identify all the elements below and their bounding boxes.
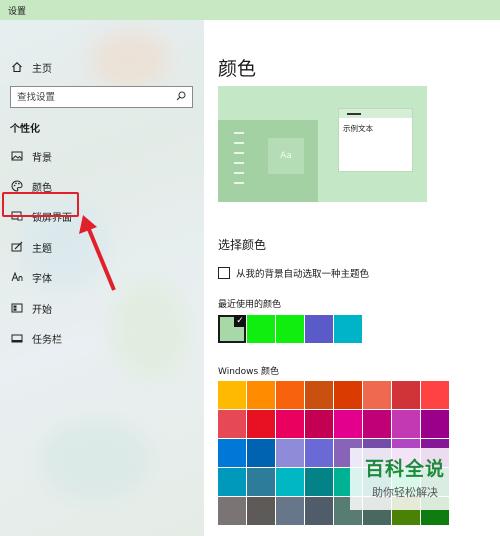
windows-color-swatch[interactable] [363,381,391,409]
preview-line [234,132,244,134]
recent-color-swatch[interactable]: ✓ [218,315,246,343]
preview-line [234,142,244,144]
preview-line [234,182,244,184]
recent-colors: ✓ [218,315,363,343]
windows-color-swatch[interactable] [247,381,275,409]
windows-color-swatch[interactable] [247,439,275,467]
windows-color-swatch[interactable] [305,439,333,467]
windows-color-swatch[interactable] [276,381,304,409]
recent-color-swatch[interactable] [305,315,333,343]
checkmark-icon: ✓ [234,315,246,327]
recent-color-swatch[interactable] [276,315,304,343]
taskbar-icon [10,331,24,345]
windows-color-swatch[interactable] [392,381,420,409]
windows-color-swatch[interactable] [218,497,246,525]
preview-sample-text: 示例文本 [343,124,373,133]
windows-color-swatch[interactable] [421,410,449,438]
sidebar-item-taskbar[interactable]: 任务栏 [10,327,200,349]
page-title: 颜色 [218,58,257,80]
watermark-logo: 百科全说 助你轻松解决 [350,448,460,510]
windows-color-swatch[interactable] [334,410,362,438]
windows-color-swatch[interactable] [305,468,333,496]
preview-line [234,152,244,154]
choose-color-heading: 选择颜色 [218,238,267,252]
window-title: 设置 [8,6,27,17]
recent-color-swatch[interactable] [334,315,362,343]
color-preview: Aa 示例文本 [218,86,427,202]
windows-color-swatch[interactable] [276,410,304,438]
sidebar: 主页 个性化 背景 颜色 锁屏界面 主题 字体 [0,20,204,536]
windows-color-swatch[interactable] [392,410,420,438]
windows-color-swatch[interactable] [276,497,304,525]
auto-pick-checkbox[interactable] [218,267,230,279]
windows-color-swatch[interactable] [421,381,449,409]
sidebar-item-label: 任务栏 [32,334,62,346]
windows-color-swatch[interactable] [363,410,391,438]
windows-color-swatch[interactable] [276,439,304,467]
background-blob [40,420,150,500]
pointer-arrow [79,215,116,291]
watermark-subtitle: 助你轻松解决 [372,486,438,499]
preview-tile: Aa [268,138,304,174]
watermark-title: 百科全说 [364,458,445,480]
windows-color-swatch[interactable] [218,468,246,496]
preview-window: 示例文本 [338,108,413,172]
preview-line [234,172,244,174]
windows-color-swatch[interactable] [305,381,333,409]
windows-color-swatch[interactable] [247,410,275,438]
windows-color-swatch[interactable] [247,468,275,496]
windows-colors-label: Windows 颜色 [218,367,280,377]
windows-color-swatch[interactable] [218,439,246,467]
title-bar: 设置 [0,0,500,20]
windows-color-swatch[interactable] [305,410,333,438]
recent-color-swatch[interactable] [247,315,275,343]
windows-color-swatch[interactable] [247,497,275,525]
windows-color-swatch[interactable] [334,381,362,409]
auto-pick-label: 从我的背景自动选取一种主题色 [236,269,370,280]
recent-colors-label: 最近使用的颜色 [218,300,282,310]
windows-color-swatch[interactable] [218,381,246,409]
preview-window-dash [347,113,361,115]
windows-color-swatch[interactable] [218,410,246,438]
windows-color-swatch[interactable] [276,468,304,496]
auto-pick-option[interactable]: 从我的背景自动选取一种主题色 [218,266,369,280]
preview-line [234,162,244,164]
windows-color-swatch[interactable] [305,497,333,525]
